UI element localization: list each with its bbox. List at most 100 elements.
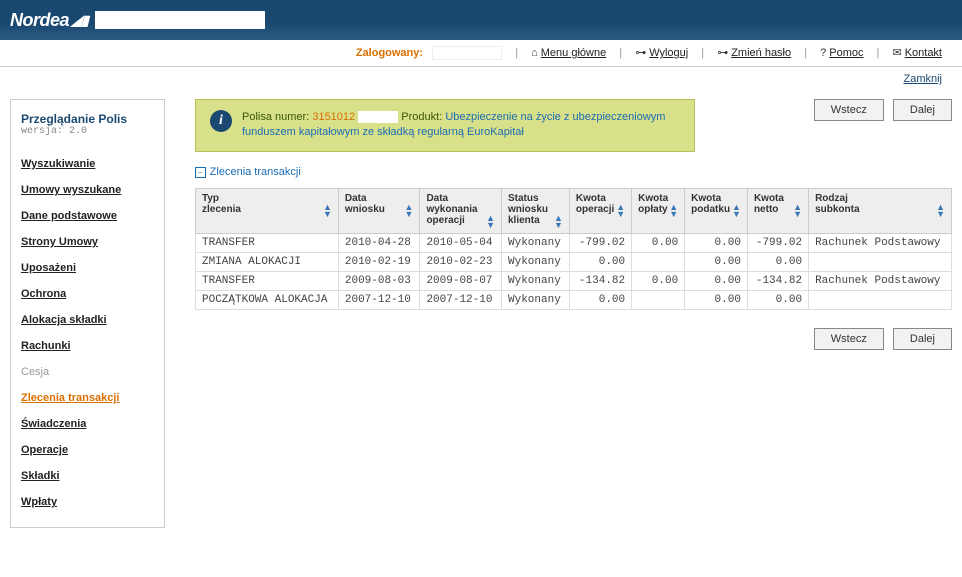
table-cell: Wykonany [502, 233, 570, 252]
table-cell: Wykonany [502, 252, 570, 271]
next-button[interactable]: Dalej [893, 99, 952, 121]
change-password-link[interactable]: Zmień hasło [731, 47, 791, 59]
column-header[interactable]: Kwotapodatku▲▼ [685, 188, 748, 233]
column-header[interactable]: Datawniosku▲▼ [338, 188, 420, 233]
logout-link[interactable]: Wyloguj [649, 47, 688, 59]
header-input-box [95, 11, 265, 29]
sidebar-item[interactable]: Składki [21, 463, 154, 489]
sidebar-item[interactable]: Alokacja składki [21, 307, 154, 333]
table-cell: 0.00 [747, 252, 808, 271]
column-header[interactable]: Typzlecenia▲▼ [196, 188, 339, 233]
key-icon: ⊶ [635, 47, 646, 59]
sort-icon[interactable]: ▲▼ [616, 204, 625, 218]
sidebar-item[interactable]: Rachunki [21, 333, 154, 359]
column-header[interactable]: Rodzajsubkonta▲▼ [809, 188, 952, 233]
close-link[interactable]: Zamknij [903, 73, 942, 85]
table-cell: 2009-08-07 [420, 271, 502, 290]
table-cell [809, 252, 952, 271]
column-header[interactable]: Kwotaopłaty▲▼ [632, 188, 685, 233]
sort-icon[interactable]: ▲▼ [405, 204, 414, 218]
sort-icon[interactable]: ▲▼ [486, 215, 495, 229]
button-row-top: Wstecz Dalej [695, 99, 952, 121]
table-cell: ZMIANA ALOKACJI [196, 252, 339, 271]
table-cell: Wykonany [502, 290, 570, 309]
table-cell: -134.82 [569, 271, 631, 290]
sidebar-item[interactable]: Świadczenia [21, 411, 154, 437]
column-header[interactable]: Kwotanetto▲▼ [747, 188, 808, 233]
table-cell [632, 290, 685, 309]
table-cell: 2010-02-19 [338, 252, 420, 271]
sidebar-item: Cesja [21, 359, 154, 385]
table-cell: POCZĄTKOWA ALOKACJA [196, 290, 339, 309]
contact-icon: ✉ [892, 47, 901, 59]
table-row: TRANSFER2009-08-032009-08-07Wykonany-134… [196, 271, 952, 290]
section-label: Zlecenia transakcji [210, 166, 301, 178]
table-cell: Wykonany [502, 271, 570, 290]
logo: Nordea◢▮ [10, 10, 89, 31]
main-content: i Polisa numer: 3151012 Produkt: Ubezpie… [195, 99, 952, 528]
table-cell: 0.00 [685, 233, 748, 252]
sidebar-item[interactable]: Uposażeni [21, 255, 154, 281]
table-cell: -799.02 [569, 233, 631, 252]
table-cell: 2007-12-10 [338, 290, 420, 309]
sidebar-version: wersja: 2.0 [21, 126, 154, 137]
table-cell: 0.00 [569, 252, 631, 271]
table-cell: TRANSFER [196, 271, 339, 290]
logged-in-value [432, 46, 502, 60]
table-cell [632, 252, 685, 271]
sidebar-title: Przeglądanie Polis [21, 112, 154, 126]
sidebar-item[interactable]: Dane podstawowe [21, 203, 154, 229]
table-cell: 0.00 [685, 252, 748, 271]
table-cell [809, 290, 952, 309]
key-icon: ⊶ [717, 47, 728, 59]
sidebar-item[interactable]: Wpłaty [21, 489, 154, 515]
table-cell: 2010-02-23 [420, 252, 502, 271]
column-header[interactable]: Statuswnioskuklienta▲▼ [502, 188, 570, 233]
sort-icon[interactable]: ▲▼ [669, 204, 678, 218]
table-cell: -134.82 [747, 271, 808, 290]
sidebar-item[interactable]: Umowy wyszukane [21, 177, 154, 203]
top-toolbar: Zalogowany: | ⌂Menu główne | ⊶Wyloguj | … [0, 40, 962, 67]
table-row: POCZĄTKOWA ALOKACJA2007-12-102007-12-10W… [196, 290, 952, 309]
section-title[interactable]: −Zlecenia transakcji [195, 166, 952, 178]
sidebar-item[interactable]: Ochrona [21, 281, 154, 307]
table-cell: Rachunek Podstawowy [809, 271, 952, 290]
table-cell: 2010-04-28 [338, 233, 420, 252]
button-row-bottom: Wstecz Dalej [195, 328, 952, 350]
table-cell: Rachunek Podstawowy [809, 233, 952, 252]
back-button[interactable]: Wstecz [814, 328, 884, 350]
info-icon: i [210, 110, 232, 132]
table-cell: 0.00 [632, 271, 685, 290]
policy-mask [358, 111, 398, 123]
sidebar-item[interactable]: Strony Umowy [21, 229, 154, 255]
policy-label: Polisa numer: [242, 111, 309, 123]
table-cell: 2010-05-04 [420, 233, 502, 252]
column-header[interactable]: Kwotaoperacji▲▼ [569, 188, 631, 233]
logged-in-label: Zalogowany: [356, 47, 423, 59]
brand-text: Nordea [10, 10, 69, 31]
sort-icon[interactable]: ▲▼ [554, 215, 563, 229]
info-box: i Polisa numer: 3151012 Produkt: Ubezpie… [195, 99, 695, 152]
sort-icon[interactable]: ▲▼ [793, 204, 802, 218]
table-cell: -799.02 [747, 233, 808, 252]
table-cell: 2009-08-03 [338, 271, 420, 290]
product-label: Produkt: [401, 111, 442, 123]
back-button[interactable]: Wstecz [814, 99, 884, 121]
table-cell: 0.00 [747, 290, 808, 309]
table-row: TRANSFER2010-04-282010-05-04Wykonany-799… [196, 233, 952, 252]
table-cell: 0.00 [685, 290, 748, 309]
contact-link[interactable]: Kontakt [905, 47, 942, 59]
sort-icon[interactable]: ▲▼ [732, 204, 741, 218]
sidebar-item[interactable]: Operacje [21, 437, 154, 463]
sidebar-item[interactable]: Wyszukiwanie [21, 151, 154, 177]
help-link[interactable]: Pomoc [829, 47, 863, 59]
sort-icon[interactable]: ▲▼ [323, 204, 332, 218]
next-button[interactable]: Dalej [893, 328, 952, 350]
sidebar-item[interactable]: Zlecenia transakcji [21, 385, 154, 411]
column-header[interactable]: Datawykonaniaoperacji▲▼ [420, 188, 502, 233]
help-icon: ? [820, 47, 826, 59]
transactions-table: Typzlecenia▲▼Datawniosku▲▼Datawykonaniao… [195, 188, 952, 310]
sort-icon[interactable]: ▲▼ [936, 204, 945, 218]
menu-main-link[interactable]: Menu główne [541, 47, 606, 59]
collapse-icon[interactable]: − [195, 167, 206, 178]
